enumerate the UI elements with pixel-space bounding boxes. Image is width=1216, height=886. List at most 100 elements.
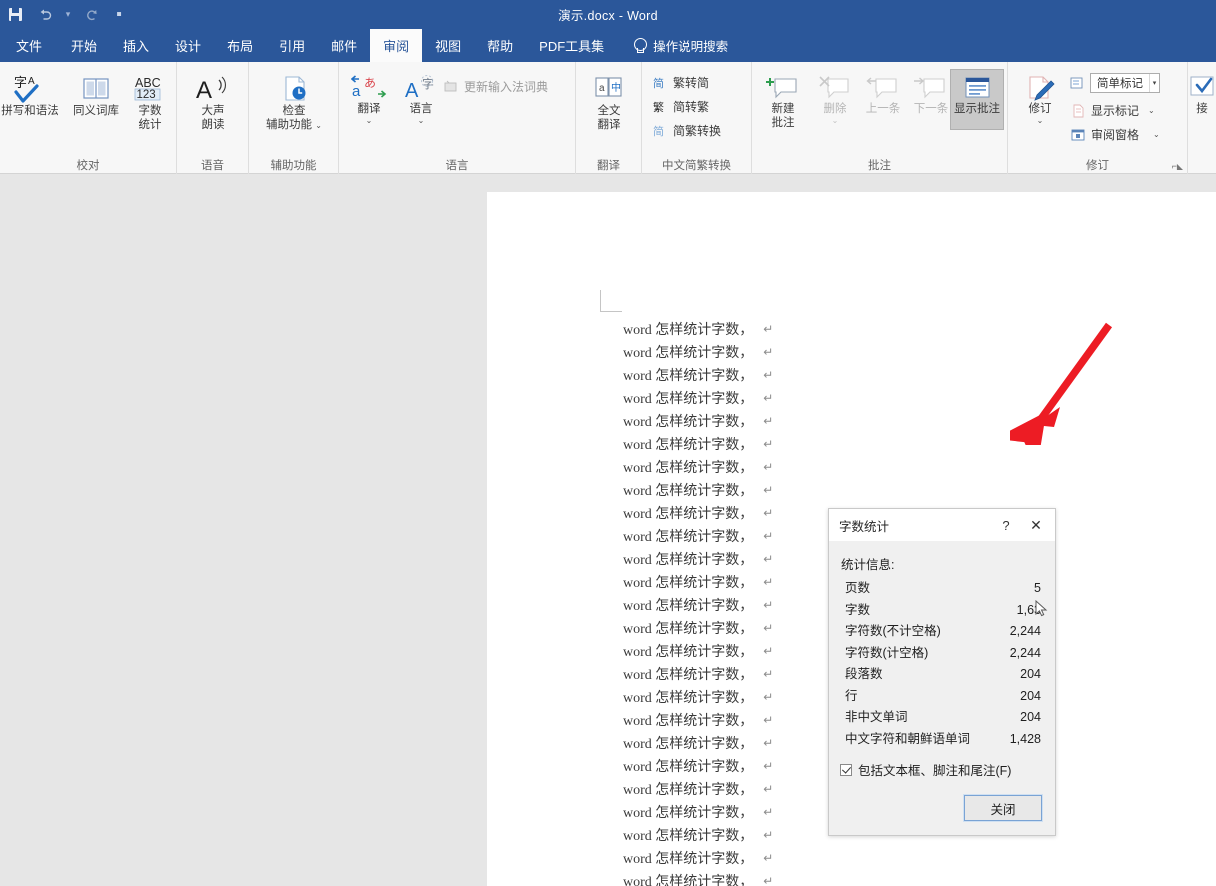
tab-layout[interactable]: 布局	[214, 29, 266, 62]
document-workspace[interactable]: word 怎样统计字数， ↵ word 怎样统计字数， ↵ word 怎样统计字数， ↵ w…	[0, 175, 1216, 886]
read-aloud-icon: A	[196, 76, 226, 104]
ribbon-item-label: 繁转简	[673, 76, 710, 90]
include-textboxes-checkbox[interactable]: 包括文本框、脚注和尾注(F)	[840, 760, 1055, 779]
chevron-down-icon[interactable]: ⌄	[315, 121, 322, 130]
markup-view-combo[interactable]: 简单标记 ▾	[1090, 73, 1160, 93]
chevron-down-icon[interactable]: ⌄	[832, 117, 839, 125]
ribbon-button-read-aloud[interactable]: A 大声 朗读	[181, 74, 245, 132]
statistic-value: 1,428	[1009, 731, 1041, 746]
paragraph-mark-icon: ↵	[763, 758, 774, 773]
ribbon-group-chinese-conversion: 简 繁转简 繁 简转繁 简 简繁转换 中文简繁转换	[642, 62, 752, 174]
ribbon-button-new-comment[interactable]: 新建 批注	[756, 74, 810, 130]
tab-mailings[interactable]: 邮件	[318, 29, 370, 62]
ribbon-item-trad-to-simp[interactable]: 简 繁转简	[652, 74, 710, 91]
window-title: 演示.docx - Word	[558, 9, 658, 23]
document-line[interactable]: word 怎样统计字数， ↵	[623, 478, 1183, 501]
translate-icon: a あ	[351, 75, 387, 100]
ribbon-item-ime-dictionary[interactable]: 更新输入法词典	[443, 78, 548, 95]
ribbon-group-translate: a 中 全文 翻译 翻译	[576, 62, 642, 174]
statistic-label: 段落数	[845, 667, 883, 681]
paragraph-mark-icon: ↵	[763, 321, 774, 336]
statistic-label: 中文字符和朝鲜语单词	[845, 731, 971, 746]
ribbon-item-label: 更新输入法词典	[464, 80, 549, 94]
tab-references[interactable]: 引用	[266, 29, 318, 62]
document-line-text: word 怎样统计字数，	[623, 782, 754, 798]
ribbon-button-show-comments[interactable]: 显示批注	[950, 74, 1004, 116]
paragraph-mark-icon: ↵	[763, 689, 774, 704]
tell-me-search[interactable]: 操作说明搜索	[617, 29, 738, 62]
tell-me-label: 操作说明搜索	[653, 40, 729, 54]
document-line-text: word 怎样统计字数，	[623, 759, 754, 775]
statistic-value: 204	[1020, 688, 1041, 703]
ribbon-group-label-accessibility: 辅助功能	[270, 160, 317, 172]
ribbon-button-label-2: 翻译	[597, 119, 621, 131]
tab-pdf-tools[interactable]: PDF工具集	[526, 29, 617, 62]
close-button[interactable]: 关闭	[963, 794, 1043, 822]
paragraph-mark-icon: ↵	[763, 781, 774, 796]
ribbon-button-accept[interactable]: 接	[1188, 74, 1216, 116]
ribbon-group-tracking: 修订 ⌄ 简单标记 ▾ 显示标记 ⌄ 审阅窗格 ⌄ 修订 ⌐◣	[1008, 62, 1188, 174]
svg-text:a: a	[599, 83, 605, 94]
chevron-down-icon[interactable]: ⌄	[1148, 106, 1155, 115]
document-line-text: word 怎样统计字数，	[623, 322, 754, 338]
document-line[interactable]: word 怎样统计字数， ↵	[623, 869, 1183, 886]
svg-text:字: 字	[422, 76, 434, 91]
ribbon-group-label-translate: 翻译	[597, 160, 620, 172]
ribbon-item-simp-to-trad[interactable]: 繁 简转繁	[652, 98, 710, 115]
tab-file[interactable]: 文件	[0, 29, 58, 62]
ribbon-item-chinese-conversion[interactable]: 简 简繁转换	[652, 122, 722, 139]
paragraph-mark-icon: ↵	[763, 850, 774, 865]
help-icon[interactable]: ?	[991, 510, 1021, 540]
ribbon-button-language[interactable]: A 字 语言 ⌄	[395, 74, 447, 125]
document-line-text: word 怎样统计字数，	[623, 621, 754, 637]
chevron-down-icon[interactable]: ⌄	[366, 117, 373, 125]
checkbox-icon[interactable]	[840, 763, 852, 776]
paragraph-mark-icon: ↵	[763, 666, 774, 681]
tab-insert[interactable]: 插入	[110, 29, 162, 62]
svg-text:字: 字	[14, 75, 27, 90]
tab-view[interactable]: 视图	[422, 29, 474, 62]
tab-design[interactable]: 设计	[162, 29, 214, 62]
tab-review[interactable]: 审阅	[370, 29, 423, 62]
margin-corner-marker	[600, 290, 622, 312]
chevron-down-icon[interactable]: ⌄	[1153, 130, 1160, 139]
ribbon-item-show-markup[interactable]: 显示标记 ⌄	[1070, 102, 1155, 119]
document-line-text: word 怎样统计字数，	[623, 874, 754, 886]
tracking-dialog-launcher-icon[interactable]: ⌐◣	[1172, 161, 1183, 171]
track-changes-icon	[1029, 76, 1055, 101]
document-line[interactable]: word 怎样统计字数， ↵	[623, 846, 1183, 869]
statistic-row: 段落数 204	[829, 663, 1055, 685]
title-bar: ▾ ▪ 演示.docx - Word	[0, 0, 1216, 29]
svg-text:简: 简	[653, 124, 664, 137]
chevron-down-icon[interactable]: ⌄	[418, 117, 425, 125]
svg-text:a: a	[352, 83, 361, 100]
svg-text:123: 123	[137, 89, 156, 101]
document-line-text: word 怎样统计字数，	[623, 805, 754, 821]
tab-home[interactable]: 开始	[58, 29, 110, 62]
ribbon-button-translate[interactable]: a あ 翻译 ⌄	[343, 74, 395, 125]
chevron-down-icon[interactable]: ▾	[1149, 74, 1159, 92]
ribbon-item-reviewing-pane[interactable]: 审阅窗格 ⌄	[1070, 126, 1160, 143]
word-count-dialog[interactable]: 字数统计 ? ✕ 统计信息: 页数 5 字数 1,63 字符数(不计空格) 2,244 字符…	[828, 508, 1056, 836]
word-application-window: ▾ ▪ 演示.docx - Word 文件 开始 插入 设计 布局 引用 邮件 …	[0, 0, 1216, 886]
ribbon-button-track-changes[interactable]: 修订 ⌄	[1018, 74, 1062, 125]
statistic-row: 行 204	[829, 685, 1055, 707]
svg-text:A: A	[28, 76, 35, 87]
ribbon-button-thesaurus[interactable]: 同义词库	[66, 74, 126, 118]
paragraph-mark-icon: ↵	[763, 712, 774, 727]
ribbon-button-word-count[interactable]: ABC 123 字数 统计	[124, 74, 176, 132]
ribbon-button-translate-document[interactable]: a 中 全文 翻译	[581, 74, 637, 132]
ribbon-button-next-comment[interactable]: 下一条	[906, 74, 956, 116]
ribbon-button-previous-comment[interactable]: 上一条	[858, 74, 908, 116]
ribbon-button-spelling-grammar[interactable]: 字 A 拼写和语法	[0, 74, 64, 118]
chevron-down-icon[interactable]: ⌄	[1037, 117, 1044, 125]
reviewing-pane-icon	[1070, 127, 1085, 142]
ribbon-button-delete-comment[interactable]: 删除 ⌄	[810, 74, 860, 125]
document-line[interactable]: word 怎样统计字数， ↵	[623, 455, 1183, 478]
ribbon-button-label-2: 批注	[771, 117, 795, 129]
ribbon-button-check-accessibility[interactable]: 检查 辅助功能 ⌄	[251, 74, 337, 132]
close-icon[interactable]: ✕	[1021, 510, 1051, 540]
tab-help[interactable]: 帮助	[474, 29, 526, 62]
show-comments-icon	[965, 77, 990, 98]
paragraph-mark-icon: ↵	[763, 597, 774, 612]
